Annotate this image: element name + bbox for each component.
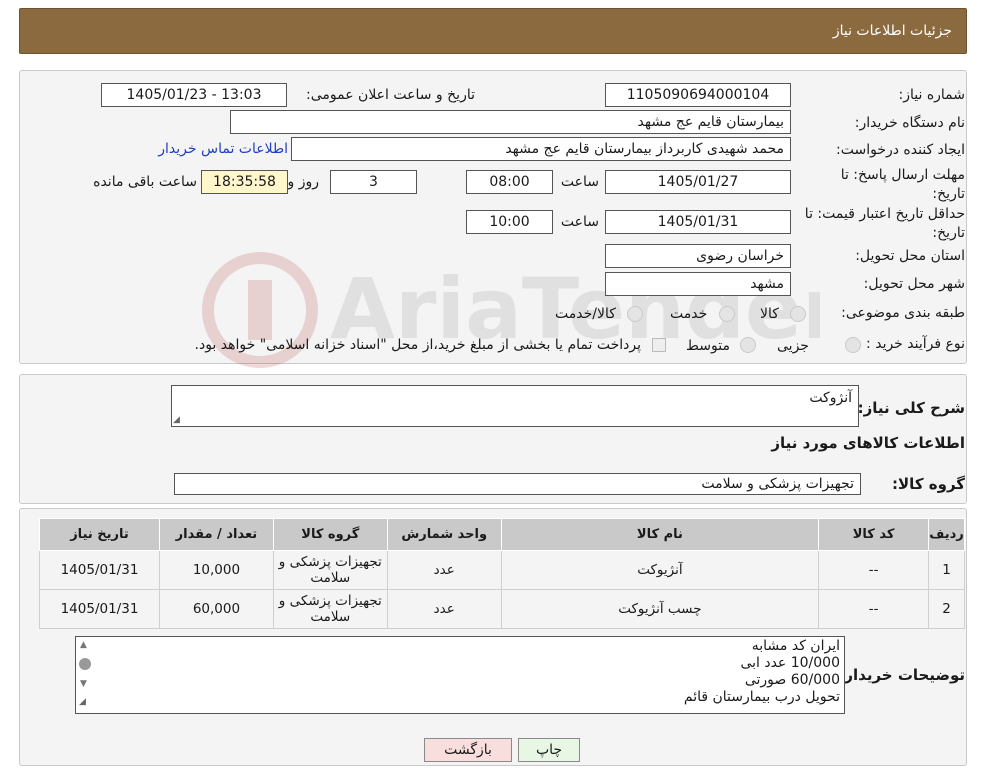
category-service-radio[interactable] <box>719 306 735 322</box>
col-need-date: تاریخ نیاز <box>39 518 160 551</box>
notes-line: ایران کد مشابه <box>751 638 840 654</box>
creator-label: ایجاد کننده درخواست: <box>836 142 965 158</box>
resize-grip-icon[interactable]: ◢ <box>79 697 86 707</box>
buyer-org-field: بیمارستان قایم عج مشهد <box>230 110 791 134</box>
price-validity-label: حداقل تاریخ اعتبار قیمت: تا تاریخ: <box>804 206 965 241</box>
buyer-notes-field: ایران کد مشابه 10/000 عدد ابی 60/000 صور… <box>75 636 845 714</box>
validity-time-label: ساعت <box>560 214 599 230</box>
need-description-label: شرح کلی نیاز: <box>857 399 965 417</box>
buyer-org-label: نام دستگاه خریدار: <box>854 115 965 131</box>
cell-unit: عدد <box>386 550 502 590</box>
time-remaining-field: 18:35:58 <box>201 170 288 194</box>
category-goods-service-label: کالا/خدمت <box>555 306 616 322</box>
process-minor-label: جزیی <box>777 338 809 354</box>
process-medium-radio[interactable] <box>740 337 756 353</box>
process-minor-radio[interactable] <box>845 337 861 353</box>
cell-row: 2 <box>928 589 965 629</box>
province-label: استان محل تحویل: <box>855 248 965 264</box>
treasury-note: پرداخت تمام یا بخشی از مبلغ خرید،از محل … <box>194 337 641 353</box>
back-button[interactable]: بازگشت <box>424 738 512 762</box>
need-number-label: شماره نیاز: <box>898 87 966 103</box>
cell-code: -- <box>818 589 930 629</box>
need-number-field: 1105090694000104 <box>605 83 791 107</box>
print-button[interactable]: چاپ <box>518 738 580 762</box>
resize-grip-icon[interactable]: ◢ <box>173 415 180 425</box>
cell-group: تجهیزات پزشکی و سلامت <box>272 589 388 629</box>
days-remaining-field: 3 <box>330 170 417 194</box>
goods-info-heading: اطلاعات کالاهای مورد نیاز <box>771 434 965 452</box>
deadline-date-field: 1405/01/27 <box>605 170 791 194</box>
category-goods-label: کالا <box>760 306 779 322</box>
notes-line: 10/000 عدد ابی <box>740 655 840 671</box>
deadline-time-field: 08:00 <box>466 170 553 194</box>
announce-datetime-field: 1405/01/23 - 13:03 <box>101 83 287 107</box>
col-unit: واحد شمارش <box>386 518 502 551</box>
validity-date-field: 1405/01/31 <box>605 210 791 234</box>
category-service-label: خدمت <box>670 306 708 322</box>
cell-name: آنژیوکت <box>500 550 820 590</box>
process-type-label: نوع فرآیند خرید : <box>866 336 965 352</box>
deadline-time-label: ساعت <box>560 174 599 190</box>
buyer-notes-text: ایران کد مشابه 10/000 عدد ابی 60/000 صور… <box>684 638 840 706</box>
cell-unit: عدد <box>386 589 502 629</box>
cell-group: تجهیزات پزشکی و سلامت <box>272 550 388 590</box>
deadline-label: مهلت ارسال پاسخ: تا تاریخ: <box>840 167 965 202</box>
items-table-header: ردیف کد کالا نام کالا واحد شمارش گروه کا… <box>39 518 965 551</box>
need-description-field: آنژوکت <box>171 385 859 427</box>
table-row: 1 -- آنژیوکت عدد تجهیزات پزشکی و سلامت 1… <box>39 550 965 590</box>
col-quantity: تعداد / مقدار <box>159 518 274 551</box>
category-goods-service-radio[interactable] <box>627 306 643 322</box>
notes-line: 60/000 صورتی <box>744 672 840 688</box>
cell-quantity: 10,000 <box>159 550 274 590</box>
items-table: ردیف کد کالا نام کالا واحد شمارش گروه کا… <box>39 518 965 629</box>
scroll-up-icon[interactable]: ▲ <box>80 640 87 650</box>
cell-name: چسب آنژیوکت <box>500 589 820 629</box>
province-field: خراسان رضوی <box>605 244 791 268</box>
buyer-notes-label: توضیحات خریدار: <box>838 666 965 684</box>
cell-quantity: 60,000 <box>159 589 274 629</box>
city-field: مشهد <box>605 272 791 296</box>
cell-row: 1 <box>928 550 965 590</box>
notes-line: تحویل درب بیمارستان قائم <box>683 689 840 705</box>
col-code: کد کالا <box>818 518 930 551</box>
cell-need-date: 1405/01/31 <box>39 550 160 590</box>
treasury-checkbox[interactable] <box>652 338 666 352</box>
goods-group-label: گروه کالا: <box>892 475 965 493</box>
days-label: روز و <box>287 174 320 190</box>
page-header: جزئیات اطلاعات نیاز <box>19 8 967 54</box>
notes-scrollbar[interactable]: ▲ ▼ ◢ <box>76 637 96 713</box>
category-goods-radio[interactable] <box>790 306 806 322</box>
city-label: شهر محل تحویل: <box>863 276 965 292</box>
page-title: جزئیات اطلاعات نیاز <box>832 23 952 39</box>
announce-label: تاریخ و ساعت اعلان عمومی: <box>306 87 475 103</box>
buyer-contact-link[interactable]: اطلاعات تماس خریدار <box>158 141 288 157</box>
time-remaining-label: ساعت باقی مانده <box>93 174 197 190</box>
scroll-down-icon[interactable]: ▼ <box>80 679 87 689</box>
process-medium-label: متوسط <box>686 338 730 354</box>
need-description-value: آنژوکت <box>809 390 852 406</box>
cell-code: -- <box>818 550 930 590</box>
category-label: طبقه بندی موضوعی: <box>841 305 965 321</box>
scroll-thumb[interactable] <box>79 658 91 670</box>
col-group: گروه کالا <box>272 518 388 551</box>
goods-group-field: تجهیزات پزشکی و سلامت <box>174 473 861 495</box>
col-row: ردیف <box>928 518 965 551</box>
creator-field: محمد شهیدی کاربرداز بیمارستان قایم عج مش… <box>291 137 791 161</box>
cell-need-date: 1405/01/31 <box>39 589 160 629</box>
validity-time-field: 10:00 <box>466 210 553 234</box>
table-row: 2 -- چسب آنژیوکت عدد تجهیزات پزشکی و سلا… <box>39 589 965 629</box>
col-name: نام کالا <box>500 518 820 551</box>
